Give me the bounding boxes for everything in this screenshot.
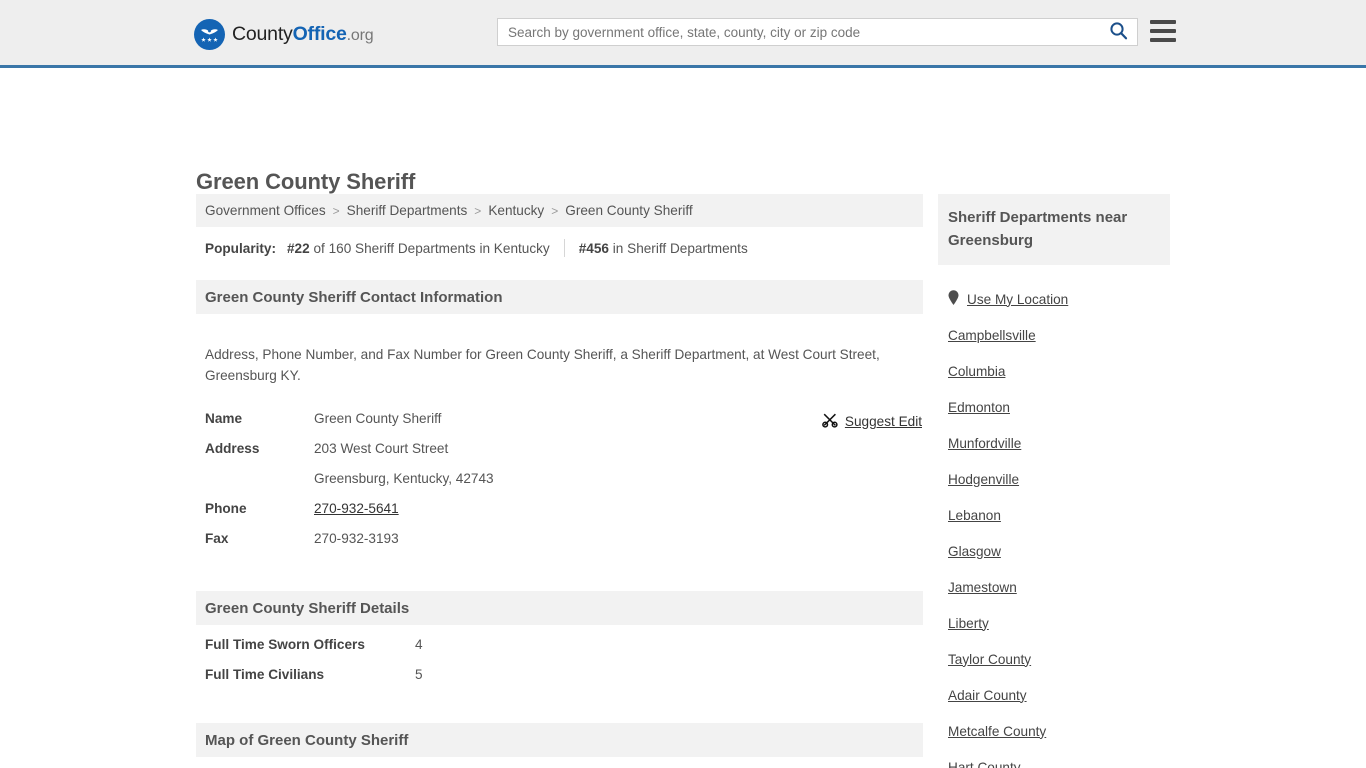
contact-key-name: Name bbox=[205, 411, 243, 427]
details-key-sworn-officers: Full Time Sworn Officers bbox=[205, 637, 365, 653]
sidebar-item-use-my-location[interactable]: Use My Location bbox=[938, 281, 1170, 317]
sidebar-link-columbia[interactable]: Columbia bbox=[948, 364, 1005, 379]
sidebar-item-hart-county[interactable]: Hart County bbox=[938, 749, 1170, 768]
sidebar-link-lebanon[interactable]: Lebanon bbox=[948, 508, 1001, 523]
sidebar-link-hodgenville[interactable]: Hodgenville bbox=[948, 472, 1019, 487]
suggest-edit-icon bbox=[822, 412, 838, 431]
popularity-state-rank-value: #22 bbox=[287, 240, 310, 256]
hamburger-bar bbox=[1150, 38, 1176, 42]
phone-link[interactable]: 270-932-5641 bbox=[314, 501, 399, 516]
sidebar-item-columbia[interactable]: Columbia bbox=[938, 353, 1170, 389]
breadcrumb-item-government-offices[interactable]: Government Offices bbox=[205, 203, 326, 218]
contact-value-address-line1: 203 West Court Street bbox=[314, 441, 449, 457]
details-row-civilians: Full Time Civilians 5 bbox=[205, 667, 914, 697]
contact-row-name: Name Green County Sheriff bbox=[205, 411, 914, 441]
hamburger-menu-icon[interactable] bbox=[1150, 20, 1176, 42]
hamburger-bar bbox=[1150, 29, 1176, 33]
popularity-state-rank: #22 of 160 Sheriff Departments in Kentuc… bbox=[287, 241, 550, 256]
site-header: CountyOffice.org bbox=[0, 0, 1366, 68]
sidebar-item-munfordville[interactable]: Munfordville bbox=[938, 425, 1170, 461]
search-icon bbox=[1109, 21, 1128, 43]
sidebar-item-jamestown[interactable]: Jamestown bbox=[938, 569, 1170, 605]
sidebar-title: Sheriff Departments near Greensburg bbox=[938, 194, 1170, 265]
popularity-national-rank: #456 in Sheriff Departments bbox=[579, 241, 748, 256]
site-logo[interactable]: CountyOffice.org bbox=[194, 19, 374, 50]
breadcrumb-separator-icon: > bbox=[332, 203, 340, 218]
contact-info-table: Suggest Edit Name Green County Sheriff A… bbox=[196, 403, 923, 561]
contact-row-address-line2: Greensburg, Kentucky, 42743 bbox=[205, 471, 914, 501]
contact-section-header: Green County Sheriff Contact Information bbox=[196, 280, 923, 314]
details-value-sworn-officers: 4 bbox=[415, 637, 423, 653]
contact-key-phone: Phone bbox=[205, 501, 247, 517]
main-content-column: Government Offices > Sheriff Departments… bbox=[196, 194, 923, 768]
logo-text-county: County bbox=[232, 22, 293, 45]
contact-row-address: Address 203 West Court Street bbox=[205, 441, 914, 471]
contact-description: Address, Phone Number, and Fax Number fo… bbox=[205, 346, 880, 383]
sidebar: Sheriff Departments near Greensburg Use … bbox=[938, 194, 1170, 768]
popularity-row: Popularity: #22 of 160 Sheriff Departmen… bbox=[196, 227, 923, 268]
sidebar-item-edmonton[interactable]: Edmonton bbox=[938, 389, 1170, 425]
contact-value-name: Green County Sheriff bbox=[314, 411, 442, 427]
suggest-edit-label: Suggest Edit bbox=[844, 414, 922, 430]
page-title: Green County Sheriff bbox=[196, 168, 416, 194]
use-my-location-link[interactable]: Use My Location bbox=[967, 292, 1068, 307]
sidebar-item-lebanon[interactable]: Lebanon bbox=[938, 497, 1170, 533]
popularity-state-rank-text: of 160 Sheriff Departments in Kentucky bbox=[313, 240, 550, 256]
breadcrumb-item-kentucky[interactable]: Kentucky bbox=[488, 203, 544, 218]
sidebar-item-metcalfe-county[interactable]: Metcalfe County bbox=[938, 713, 1170, 749]
sidebar-item-hodgenville[interactable]: Hodgenville bbox=[938, 461, 1170, 497]
contact-key-fax: Fax bbox=[205, 531, 229, 547]
site-logo-text: CountyOffice.org bbox=[232, 22, 374, 45]
hamburger-bar bbox=[1150, 20, 1176, 24]
logo-text-office: Office bbox=[292, 22, 347, 45]
contact-value-fax: 270-932-3193 bbox=[314, 531, 399, 547]
sidebar-link-liberty[interactable]: Liberty bbox=[948, 616, 989, 631]
breadcrumb-item-sheriff-departments[interactable]: Sheriff Departments bbox=[347, 203, 468, 218]
sidebar-item-taylor-county[interactable]: Taylor County bbox=[938, 641, 1170, 677]
contact-key-address: Address bbox=[205, 441, 260, 457]
sidebar-list: Use My Location Campbellsville Columbia … bbox=[938, 265, 1170, 768]
details-section-header: Green County Sheriff Details bbox=[196, 591, 923, 626]
popularity-divider bbox=[563, 239, 565, 257]
sidebar-item-campbellsville[interactable]: Campbellsville bbox=[938, 317, 1170, 353]
sidebar-link-munfordville[interactable]: Munfordville bbox=[948, 436, 1021, 451]
popularity-national-rank-value: #456 bbox=[578, 240, 609, 256]
contact-row-phone: Phone 270-932-5641 bbox=[205, 501, 914, 531]
breadcrumb-separator-icon: > bbox=[474, 203, 482, 218]
sidebar-item-glasgow[interactable]: Glasgow bbox=[938, 533, 1170, 569]
details-row-sworn-officers: Full Time Sworn Officers 4 bbox=[205, 637, 914, 667]
breadcrumb: Government Offices > Sheriff Departments… bbox=[196, 194, 923, 227]
popularity-label: Popularity: bbox=[205, 240, 276, 256]
map-section-header: Map of Green County Sheriff bbox=[196, 723, 923, 758]
sidebar-link-glasgow[interactable]: Glasgow bbox=[948, 544, 1001, 559]
popularity-national-rank-text: in Sheriff Departments bbox=[612, 240, 748, 256]
contact-row-fax: Fax 270-932-3193 bbox=[205, 531, 914, 561]
sidebar-link-adair-county[interactable]: Adair County bbox=[948, 688, 1027, 703]
search-bar[interactable] bbox=[497, 18, 1138, 46]
logo-text-org: .org bbox=[346, 26, 374, 44]
contact-value-phone-wrap: 270-932-5641 bbox=[314, 501, 399, 516]
sidebar-link-taylor-county[interactable]: Taylor County bbox=[948, 652, 1031, 667]
search-input[interactable] bbox=[498, 19, 1099, 45]
sidebar-link-hart-county[interactable]: Hart County bbox=[948, 760, 1021, 768]
breadcrumb-separator-icon: > bbox=[551, 203, 559, 218]
suggest-edit-button[interactable]: Suggest Edit bbox=[822, 412, 922, 431]
breadcrumb-item-current: Green County Sheriff bbox=[565, 203, 693, 218]
details-key-civilians: Full Time Civilians bbox=[205, 667, 325, 683]
eagle-stars-emblem-icon bbox=[194, 19, 225, 50]
contact-value-address-line2: Greensburg, Kentucky, 42743 bbox=[314, 471, 494, 487]
search-button[interactable] bbox=[1099, 19, 1137, 45]
map-pin-icon bbox=[948, 290, 959, 308]
sidebar-link-jamestown[interactable]: Jamestown bbox=[948, 580, 1017, 595]
details-value-civilians: 5 bbox=[415, 667, 423, 683]
sidebar-link-campbellsville[interactable]: Campbellsville bbox=[948, 328, 1036, 343]
sidebar-link-metcalfe-county[interactable]: Metcalfe County bbox=[948, 724, 1046, 739]
sidebar-link-edmonton[interactable]: Edmonton bbox=[948, 400, 1010, 415]
details-table: Full Time Sworn Officers 4 Full Time Civ… bbox=[196, 625, 923, 697]
sidebar-item-adair-county[interactable]: Adair County bbox=[938, 677, 1170, 713]
sidebar-item-liberty[interactable]: Liberty bbox=[938, 605, 1170, 641]
